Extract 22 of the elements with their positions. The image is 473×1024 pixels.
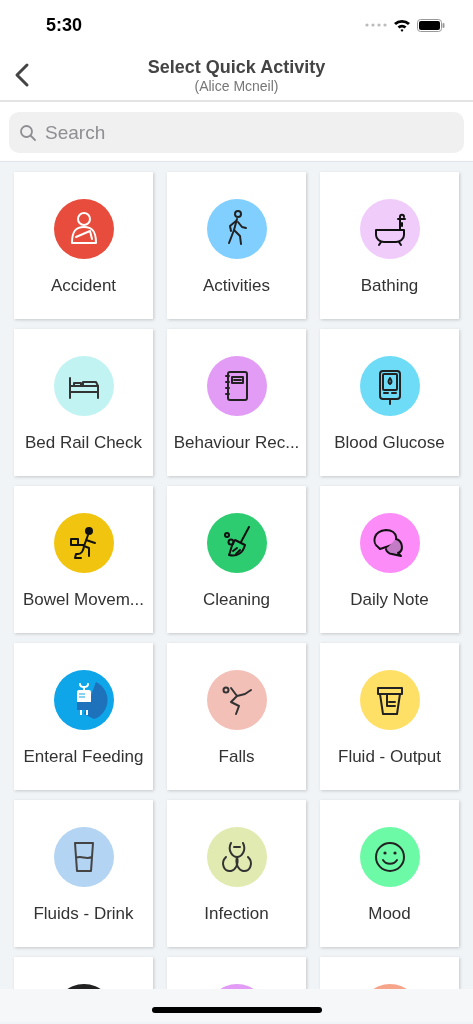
screen-title: Select Quick Activity	[147, 56, 326, 78]
activity-tile[interactable]: Blood Glucose	[320, 329, 459, 476]
activity-tile[interactable]: Fluids - Drink	[14, 800, 153, 947]
resident-name: (Alice Mcneil)	[194, 77, 279, 94]
activity-tile[interactable]: Activities	[167, 172, 306, 319]
activity-tile[interactable]: Daily Note	[320, 486, 459, 633]
activity-tile[interactable]: Bathing	[320, 172, 459, 319]
battery-icon	[417, 18, 445, 32]
activity-tile[interactable]: Behaviour Rec...	[167, 329, 306, 476]
search-icon	[19, 123, 37, 142]
activity-tile[interactable]: Bed Rail Check	[14, 329, 153, 476]
status-time: 5:30	[46, 14, 83, 36]
activity-tile[interactable]: Bowel Movem...	[14, 486, 153, 633]
signal-icon	[365, 23, 387, 27]
activity-tile[interactable]: Fluid - Output	[320, 643, 459, 790]
wifi-icon	[393, 18, 411, 32]
activity-tile[interactable]: Falls	[167, 643, 306, 790]
activity-tile[interactable]: Enteral Feeding	[14, 643, 153, 790]
activity-tile[interactable]: Infection	[167, 800, 306, 947]
activity-tile[interactable]: Cleaning	[167, 486, 306, 633]
activity-tile[interactable]: Mood	[320, 800, 459, 947]
activity-tile[interactable]: Accident	[14, 172, 153, 319]
